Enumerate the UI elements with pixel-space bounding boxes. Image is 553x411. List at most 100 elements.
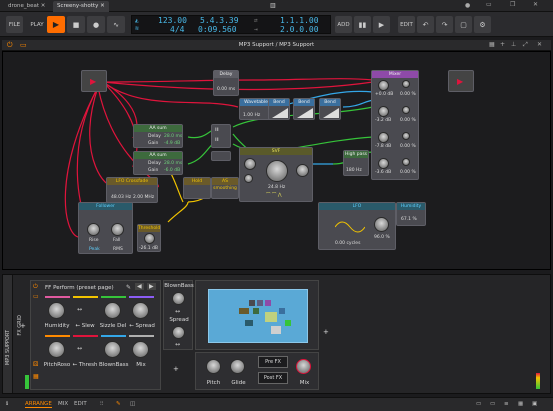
folder-icon[interactable]: ▭ — [33, 293, 39, 300]
side-knob-spread[interactable] — [172, 326, 185, 339]
svf-knob-2[interactable] — [244, 174, 253, 183]
add-icon[interactable]: + — [500, 41, 505, 48]
lfo-crossfade-a[interactable]: 48.03 Hz — [111, 195, 131, 200]
cable[interactable] — [252, 78, 374, 81]
svf-knob-1[interactable] — [244, 158, 256, 170]
allpass-delay-value[interactable]: 28.0 ms — [164, 134, 182, 139]
position-value[interactable]: 5.4.3.39 — [200, 16, 239, 25]
delay-node[interactable]: Delay 0.00 ms — [213, 70, 239, 96]
browser-icon[interactable]: ▭ — [476, 401, 481, 407]
allpass-node-2[interactable]: AA sum Delay 28.0 ms Gain -6.0 dB — [133, 151, 183, 175]
add-icon[interactable]: + — [323, 328, 329, 336]
loop-length-value[interactable]: 2.0.0.00 — [280, 25, 319, 34]
clip-icon[interactable]: ▢ — [455, 16, 472, 33]
macro-knob-spread[interactable] — [132, 302, 149, 319]
bend-node-2[interactable]: Bend — [293, 98, 315, 120]
cable[interactable] — [342, 99, 374, 108]
mix-knob[interactable] — [296, 359, 311, 374]
page-next-button[interactable]: ▶ — [147, 283, 156, 290]
add-icon[interactable]: + — [173, 365, 179, 373]
allpass-gain-value[interactable]: -4.9 dB — [164, 141, 180, 146]
cable[interactable] — [102, 81, 138, 139]
pre-fx-button[interactable]: Pre FX — [258, 356, 288, 368]
io-icon[interactable]: ▦ — [518, 401, 523, 407]
mixer-value[interactable]: +0.0 dB — [375, 92, 393, 97]
macro-knob-pitchroso[interactable] — [48, 341, 65, 358]
follower-rms[interactable]: RMS — [113, 247, 123, 252]
cable[interactable] — [167, 201, 189, 223]
tempo-value[interactable]: 123.00 — [158, 16, 187, 25]
mixer-knob-3[interactable] — [378, 132, 389, 143]
folder-icon[interactable]: ▭ — [490, 401, 495, 407]
random-icon[interactable]: ⚄ — [33, 361, 38, 368]
cable[interactable] — [89, 86, 109, 185]
svf-res-knob[interactable] — [296, 164, 309, 177]
info-icon[interactable]: ℹ — [6, 401, 8, 407]
groove-icon[interactable]: ≋ — [135, 25, 139, 32]
grid-preview[interactable] — [208, 289, 308, 343]
undo-icon[interactable]: ↶ — [417, 16, 434, 33]
metronome-icon[interactable]: ◭ — [135, 17, 139, 24]
mixer-knob-1b[interactable] — [402, 80, 410, 88]
loop-start-value[interactable]: 1.1.1.00 — [280, 16, 319, 25]
cable[interactable] — [76, 86, 99, 213]
follower-rise-knob[interactable] — [87, 223, 100, 236]
macro-knob-humidity[interactable] — [48, 302, 65, 319]
threshold-knob[interactable] — [144, 233, 155, 244]
time-value[interactable]: 0:09.560 — [198, 25, 237, 34]
close-icon[interactable]: ✕ — [533, 1, 538, 8]
allpass-gain-value[interactable]: -6.0 dB — [164, 168, 180, 173]
page-prev-button[interactable]: ◀ — [135, 283, 144, 290]
mute-icon[interactable]: ◫ — [130, 401, 135, 407]
grid-icon[interactable]: ⁝⁝ — [100, 401, 104, 407]
lfo-node[interactable]: LFO 0.00 cycles 96.0 % — [318, 202, 396, 250]
bend-node-3[interactable]: Bend — [319, 98, 341, 120]
preset-page[interactable]: FF Perform (preset page) — [45, 285, 114, 291]
humidity-value[interactable]: 67.1 % — [401, 217, 417, 222]
stop-button[interactable]: ■ — [67, 16, 85, 33]
svf-freq-knob[interactable] — [266, 160, 288, 182]
fx-grid-canvas[interactable]: ▶ ▶ Delay 0.00 ms Mixer +0.0 dB 0.00 % -… — [2, 51, 551, 270]
play-small-icon[interactable]: ▶ — [373, 16, 390, 33]
grid-icon[interactable]: ▦ — [33, 373, 39, 380]
pencil-icon[interactable]: ✎ — [116, 401, 121, 407]
macro-knob-mix[interactable] — [132, 341, 149, 358]
threshold-value[interactable]: -26.1 dB — [139, 246, 158, 251]
input-node[interactable]: ▶ — [81, 70, 107, 92]
highpass-value[interactable]: 180 Hz — [346, 168, 362, 173]
mixer-knob-4[interactable] — [378, 158, 389, 169]
piano-icon[interactable]: ▮▮ — [354, 16, 371, 33]
mixer-knob-1[interactable] — [378, 80, 389, 91]
macro-knob-sizzle[interactable] — [104, 302, 121, 319]
follower-node[interactable]: Follower Rise Fall Peak RMS — [78, 202, 133, 254]
lfo-crossfade-node[interactable]: LFO Crossfade 48.03 Hz 2.00 MHz — [106, 177, 158, 203]
tab-screeny-shotty[interactable]: Screeny-shotty ✕ — [53, 1, 109, 12]
power-icon[interactable]: ⏻ — [33, 283, 38, 291]
edit-icon[interactable]: ✎ — [126, 284, 131, 291]
mixer-value[interactable]: 0.00 % — [400, 92, 416, 97]
arrange-tab[interactable]: ARRANGE — [25, 401, 52, 408]
mixer-value[interactable]: -3.2 dB — [375, 118, 391, 123]
svf-node[interactable]: SVF 24.8 Hz ⌒ ⌒ ⋀ — [239, 147, 313, 202]
restore-icon[interactable]: ❐ — [510, 1, 515, 8]
add-device-icon[interactable]: + — [20, 322, 26, 330]
edit-button[interactable]: EDIT — [398, 16, 415, 33]
lfo-rate[interactable]: 96.0 % — [374, 235, 390, 240]
humidity-node[interactable]: Humidity 67.1 % — [396, 202, 426, 226]
mixer-value[interactable]: -7.8 dB — [375, 144, 391, 149]
lfo-rate-knob[interactable] — [374, 217, 389, 232]
mixer-knob-2[interactable] — [378, 106, 389, 117]
automation-button[interactable]: ∿ — [107, 16, 125, 33]
tab-drone-beat[interactable]: drone_beat ✕ — [4, 1, 49, 12]
cable[interactable] — [187, 129, 214, 139]
settings-icon[interactable]: ⚙ — [474, 16, 491, 33]
mixer-knob-4b[interactable] — [402, 158, 410, 166]
pitch-knob[interactable] — [206, 359, 221, 374]
mixer-knob-3b[interactable] — [402, 132, 410, 140]
allpass-node-1[interactable]: AA sum Delay 28.0 ms Gain -4.9 dB — [133, 124, 183, 148]
add-button[interactable]: ADD — [335, 16, 352, 33]
hold-node[interactable]: Hold — [183, 177, 211, 199]
follower-fall-knob[interactable] — [111, 223, 124, 236]
play-button[interactable]: ▶ — [47, 16, 65, 33]
post-fx-button[interactable]: Post FX — [258, 372, 288, 384]
